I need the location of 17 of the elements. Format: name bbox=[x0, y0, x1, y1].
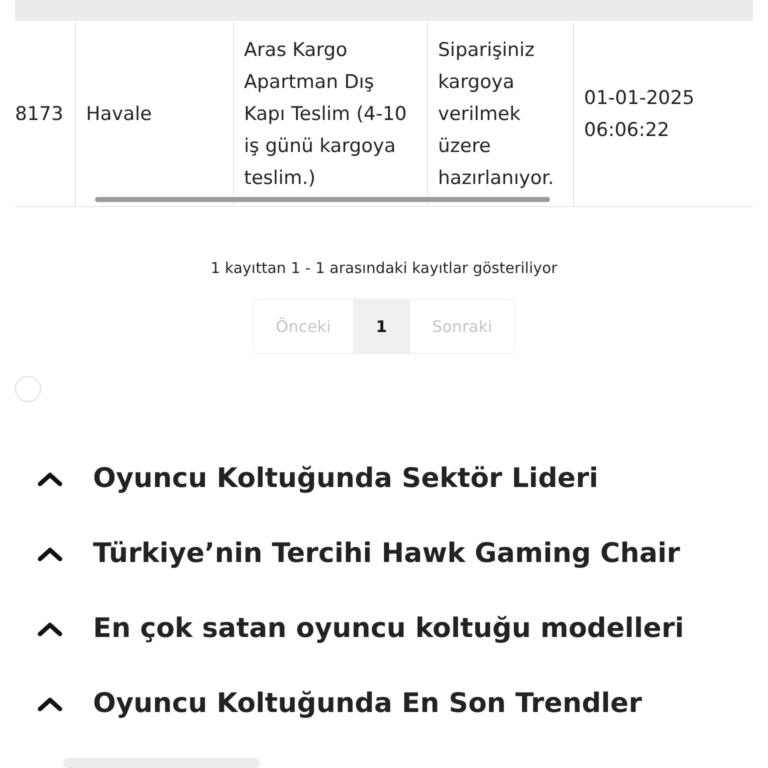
table-cell-text: 8173 bbox=[15, 102, 64, 127]
chevron-up-icon[interactable] bbox=[37, 546, 63, 562]
chevron-up-icon[interactable] bbox=[37, 471, 63, 487]
accordion-title[interactable]: Türkiye’nin Tercihi Hawk Gaming Chair bbox=[93, 533, 680, 575]
page-button[interactable]: 1 bbox=[352, 300, 410, 353]
chevron-up-icon[interactable] bbox=[37, 621, 63, 637]
radio-button[interactable] bbox=[15, 376, 41, 402]
table-cell-text: Aras Kargo Apartman Dış Kapı Teslim (4-10 iş günü kargoya teslim.) bbox=[244, 38, 408, 191]
scrollbar[interactable] bbox=[95, 197, 550, 202]
table-cell-text: Siparişiniz kargoya verilmek üzere hazırlanıyor. bbox=[438, 38, 555, 191]
accordion-title[interactable]: Oyuncu Koltuğunda Sektör Lideri bbox=[93, 458, 598, 500]
table-cell-text: 01-01-2025 06:06:22 bbox=[584, 86, 696, 143]
records-info: 1 kayıttan 1 - 1 arasındaki kayıtlar gösteriliyor bbox=[210, 259, 558, 277]
accordion-title[interactable]: En çok satan oyuncu koltuğu modelleri bbox=[93, 608, 684, 650]
accordion-title[interactable]: Oyuncu Koltuğunda En Son Trendler bbox=[93, 683, 642, 725]
chevron-up-icon[interactable] bbox=[37, 696, 63, 712]
table-cell-text: Havale bbox=[86, 102, 152, 127]
